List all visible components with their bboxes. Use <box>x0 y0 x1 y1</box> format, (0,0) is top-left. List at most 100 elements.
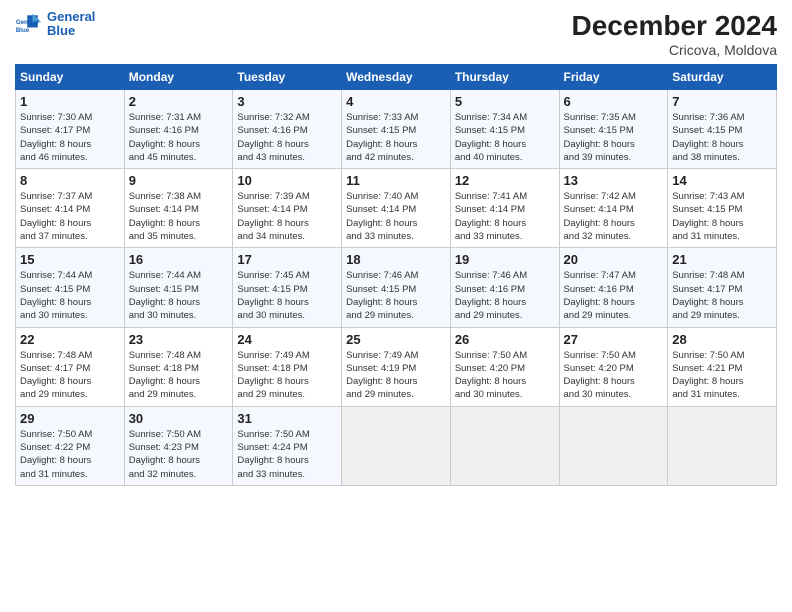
day-info: Sunrise: 7:50 AMSunset: 4:22 PMDaylight:… <box>20 429 92 480</box>
day-number: 25 <box>346 332 446 347</box>
day-number: 22 <box>20 332 120 347</box>
table-row <box>450 406 559 485</box>
day-number: 3 <box>237 94 337 109</box>
main-title: December 2024 <box>572 10 777 42</box>
day-info: Sunrise: 7:30 AMSunset: 4:17 PMDaylight:… <box>20 112 92 163</box>
day-info: Sunrise: 7:42 AMSunset: 4:14 PMDaylight:… <box>564 191 636 242</box>
table-row: 22 Sunrise: 7:48 AMSunset: 4:17 PMDayligh… <box>16 327 125 406</box>
day-number: 10 <box>237 173 337 188</box>
day-number: 19 <box>455 252 555 267</box>
table-row: 6 Sunrise: 7:35 AMSunset: 4:15 PMDaylight… <box>559 90 668 169</box>
table-row: 27 Sunrise: 7:50 AMSunset: 4:20 PMDayligh… <box>559 327 668 406</box>
table-row: 15 Sunrise: 7:44 AMSunset: 4:15 PMDayligh… <box>16 248 125 327</box>
table-row: 13 Sunrise: 7:42 AMSunset: 4:14 PMDayligh… <box>559 169 668 248</box>
table-row: 19 Sunrise: 7:46 AMSunset: 4:16 PMDayligh… <box>450 248 559 327</box>
day-info: Sunrise: 7:34 AMSunset: 4:15 PMDaylight:… <box>455 112 527 163</box>
day-info: Sunrise: 7:39 AMSunset: 4:14 PMDaylight:… <box>237 191 309 242</box>
day-number: 8 <box>20 173 120 188</box>
weekday-header-row: Sunday Monday Tuesday Wednesday Thursday… <box>16 65 777 90</box>
table-row: 16Sunrise: 7:44 AMSunset: 4:15 PMDayligh… <box>124 248 233 327</box>
logo: General Blue GeneralBlue <box>15 10 95 39</box>
table-row: 5 Sunrise: 7:34 AMSunset: 4:15 PMDaylight… <box>450 90 559 169</box>
table-row <box>559 406 668 485</box>
day-number: 31 <box>237 411 337 426</box>
day-info: Sunrise: 7:35 AMSunset: 4:15 PMDaylight:… <box>564 112 636 163</box>
table-row: 18 Sunrise: 7:46 AMSunset: 4:15 PMDayligh… <box>342 248 451 327</box>
table-row: 21Sunrise: 7:48 AMSunset: 4:17 PMDayligh… <box>668 248 777 327</box>
day-number: 14 <box>672 173 772 188</box>
day-info: Sunrise: 7:48 AMSunset: 4:18 PMDaylight:… <box>129 350 201 401</box>
calendar-week-row: 1 Sunrise: 7:30 AMSunset: 4:17 PMDaylight… <box>16 90 777 169</box>
calendar-week-row: 8 Sunrise: 7:37 AMSunset: 4:14 PMDaylight… <box>16 169 777 248</box>
day-info: Sunrise: 7:37 AMSunset: 4:14 PMDaylight:… <box>20 191 92 242</box>
day-number: 24 <box>237 332 337 347</box>
day-number: 27 <box>564 332 664 347</box>
day-info: Sunrise: 7:49 AMSunset: 4:19 PMDaylight:… <box>346 350 418 401</box>
table-row: 3 Sunrise: 7:32 AMSunset: 4:16 PMDaylight… <box>233 90 342 169</box>
day-number: 1 <box>20 94 120 109</box>
svg-text:General: General <box>16 19 39 26</box>
header-sunday: Sunday <box>16 65 125 90</box>
table-row: 24 Sunrise: 7:49 AMSunset: 4:18 PMDayligh… <box>233 327 342 406</box>
header-friday: Friday <box>559 65 668 90</box>
calendar-week-row: 29 Sunrise: 7:50 AMSunset: 4:22 PMDayligh… <box>16 406 777 485</box>
header-saturday: Saturday <box>668 65 777 90</box>
table-row: 14 Sunrise: 7:43 AMSunset: 4:15 PMDayligh… <box>668 169 777 248</box>
table-row: 31 Sunrise: 7:50 AMSunset: 4:24 PMDayligh… <box>233 406 342 485</box>
day-number: 11 <box>346 173 446 188</box>
day-info: Sunrise: 7:47 AMSunset: 4:16 PMDaylight:… <box>564 270 636 321</box>
day-info: Sunrise: 7:31 AMSunset: 4:16 PMDaylight:… <box>129 112 201 163</box>
calendar-table: Sunday Monday Tuesday Wednesday Thursday… <box>15 64 777 486</box>
day-info: Sunrise: 7:41 AMSunset: 4:14 PMDaylight:… <box>455 191 527 242</box>
day-number: 18 <box>346 252 446 267</box>
day-info: Sunrise: 7:46 AMSunset: 4:15 PMDaylight:… <box>346 270 418 321</box>
day-info: Sunrise: 7:48 AMSunset: 4:17 PMDaylight:… <box>20 350 92 401</box>
table-row: 1 Sunrise: 7:30 AMSunset: 4:17 PMDaylight… <box>16 90 125 169</box>
day-number: 29 <box>20 411 120 426</box>
day-info: Sunrise: 7:33 AMSunset: 4:15 PMDaylight:… <box>346 112 418 163</box>
day-number: 17 <box>237 252 337 267</box>
day-info: Sunrise: 7:50 AMSunset: 4:20 PMDaylight:… <box>455 350 527 401</box>
day-number: 15 <box>20 252 120 267</box>
day-number: 16 <box>129 252 229 267</box>
table-row: 7 Sunrise: 7:36 AMSunset: 4:15 PMDaylight… <box>668 90 777 169</box>
day-info: Sunrise: 7:38 AMSunset: 4:14 PMDaylight:… <box>129 191 201 242</box>
day-info: Sunrise: 7:50 AMSunset: 4:24 PMDaylight:… <box>237 429 309 480</box>
day-number: 30 <box>129 411 229 426</box>
day-info: Sunrise: 7:43 AMSunset: 4:15 PMDaylight:… <box>672 191 744 242</box>
table-row <box>342 406 451 485</box>
table-row: 11 Sunrise: 7:40 AMSunset: 4:14 PMDayligh… <box>342 169 451 248</box>
table-row: 10 Sunrise: 7:39 AMSunset: 4:14 PMDayligh… <box>233 169 342 248</box>
table-row: 9 Sunrise: 7:38 AMSunset: 4:14 PMDaylight… <box>124 169 233 248</box>
day-number: 5 <box>455 94 555 109</box>
title-block: December 2024 Cricova, Moldova <box>572 10 777 58</box>
day-number: 13 <box>564 173 664 188</box>
day-number: 6 <box>564 94 664 109</box>
day-number: 7 <box>672 94 772 109</box>
table-row: 28Sunrise: 7:50 AMSunset: 4:21 PMDayligh… <box>668 327 777 406</box>
day-info: Sunrise: 7:36 AMSunset: 4:15 PMDaylight:… <box>672 112 744 163</box>
table-row: 29 Sunrise: 7:50 AMSunset: 4:22 PMDayligh… <box>16 406 125 485</box>
day-info: Sunrise: 7:50 AMSunset: 4:20 PMDaylight:… <box>564 350 636 401</box>
table-row: 17 Sunrise: 7:45 AMSunset: 4:15 PMDayligh… <box>233 248 342 327</box>
day-number: 26 <box>455 332 555 347</box>
day-info: Sunrise: 7:46 AMSunset: 4:16 PMDaylight:… <box>455 270 527 321</box>
table-row: 12Sunrise: 7:41 AMSunset: 4:14 PMDayligh… <box>450 169 559 248</box>
day-info: Sunrise: 7:32 AMSunset: 4:16 PMDaylight:… <box>237 112 309 163</box>
day-info: Sunrise: 7:40 AMSunset: 4:14 PMDaylight:… <box>346 191 418 242</box>
table-row <box>668 406 777 485</box>
page-container: General Blue GeneralBlue December 2024 C… <box>0 0 792 496</box>
day-number: 20 <box>564 252 664 267</box>
day-number: 9 <box>129 173 229 188</box>
day-info: Sunrise: 7:45 AMSunset: 4:15 PMDaylight:… <box>237 270 309 321</box>
day-info: Sunrise: 7:44 AMSunset: 4:15 PMDaylight:… <box>20 270 92 321</box>
table-row: 8 Sunrise: 7:37 AMSunset: 4:14 PMDaylight… <box>16 169 125 248</box>
svg-text:Blue: Blue <box>16 27 30 34</box>
calendar-week-row: 22 Sunrise: 7:48 AMSunset: 4:17 PMDayligh… <box>16 327 777 406</box>
header-tuesday: Tuesday <box>233 65 342 90</box>
day-info: Sunrise: 7:48 AMSunset: 4:17 PMDaylight:… <box>672 270 744 321</box>
day-info: Sunrise: 7:49 AMSunset: 4:18 PMDaylight:… <box>237 350 309 401</box>
day-number: 2 <box>129 94 229 109</box>
day-info: Sunrise: 7:50 AMSunset: 4:23 PMDaylight:… <box>129 429 201 480</box>
logo-icon: General Blue <box>15 10 43 38</box>
